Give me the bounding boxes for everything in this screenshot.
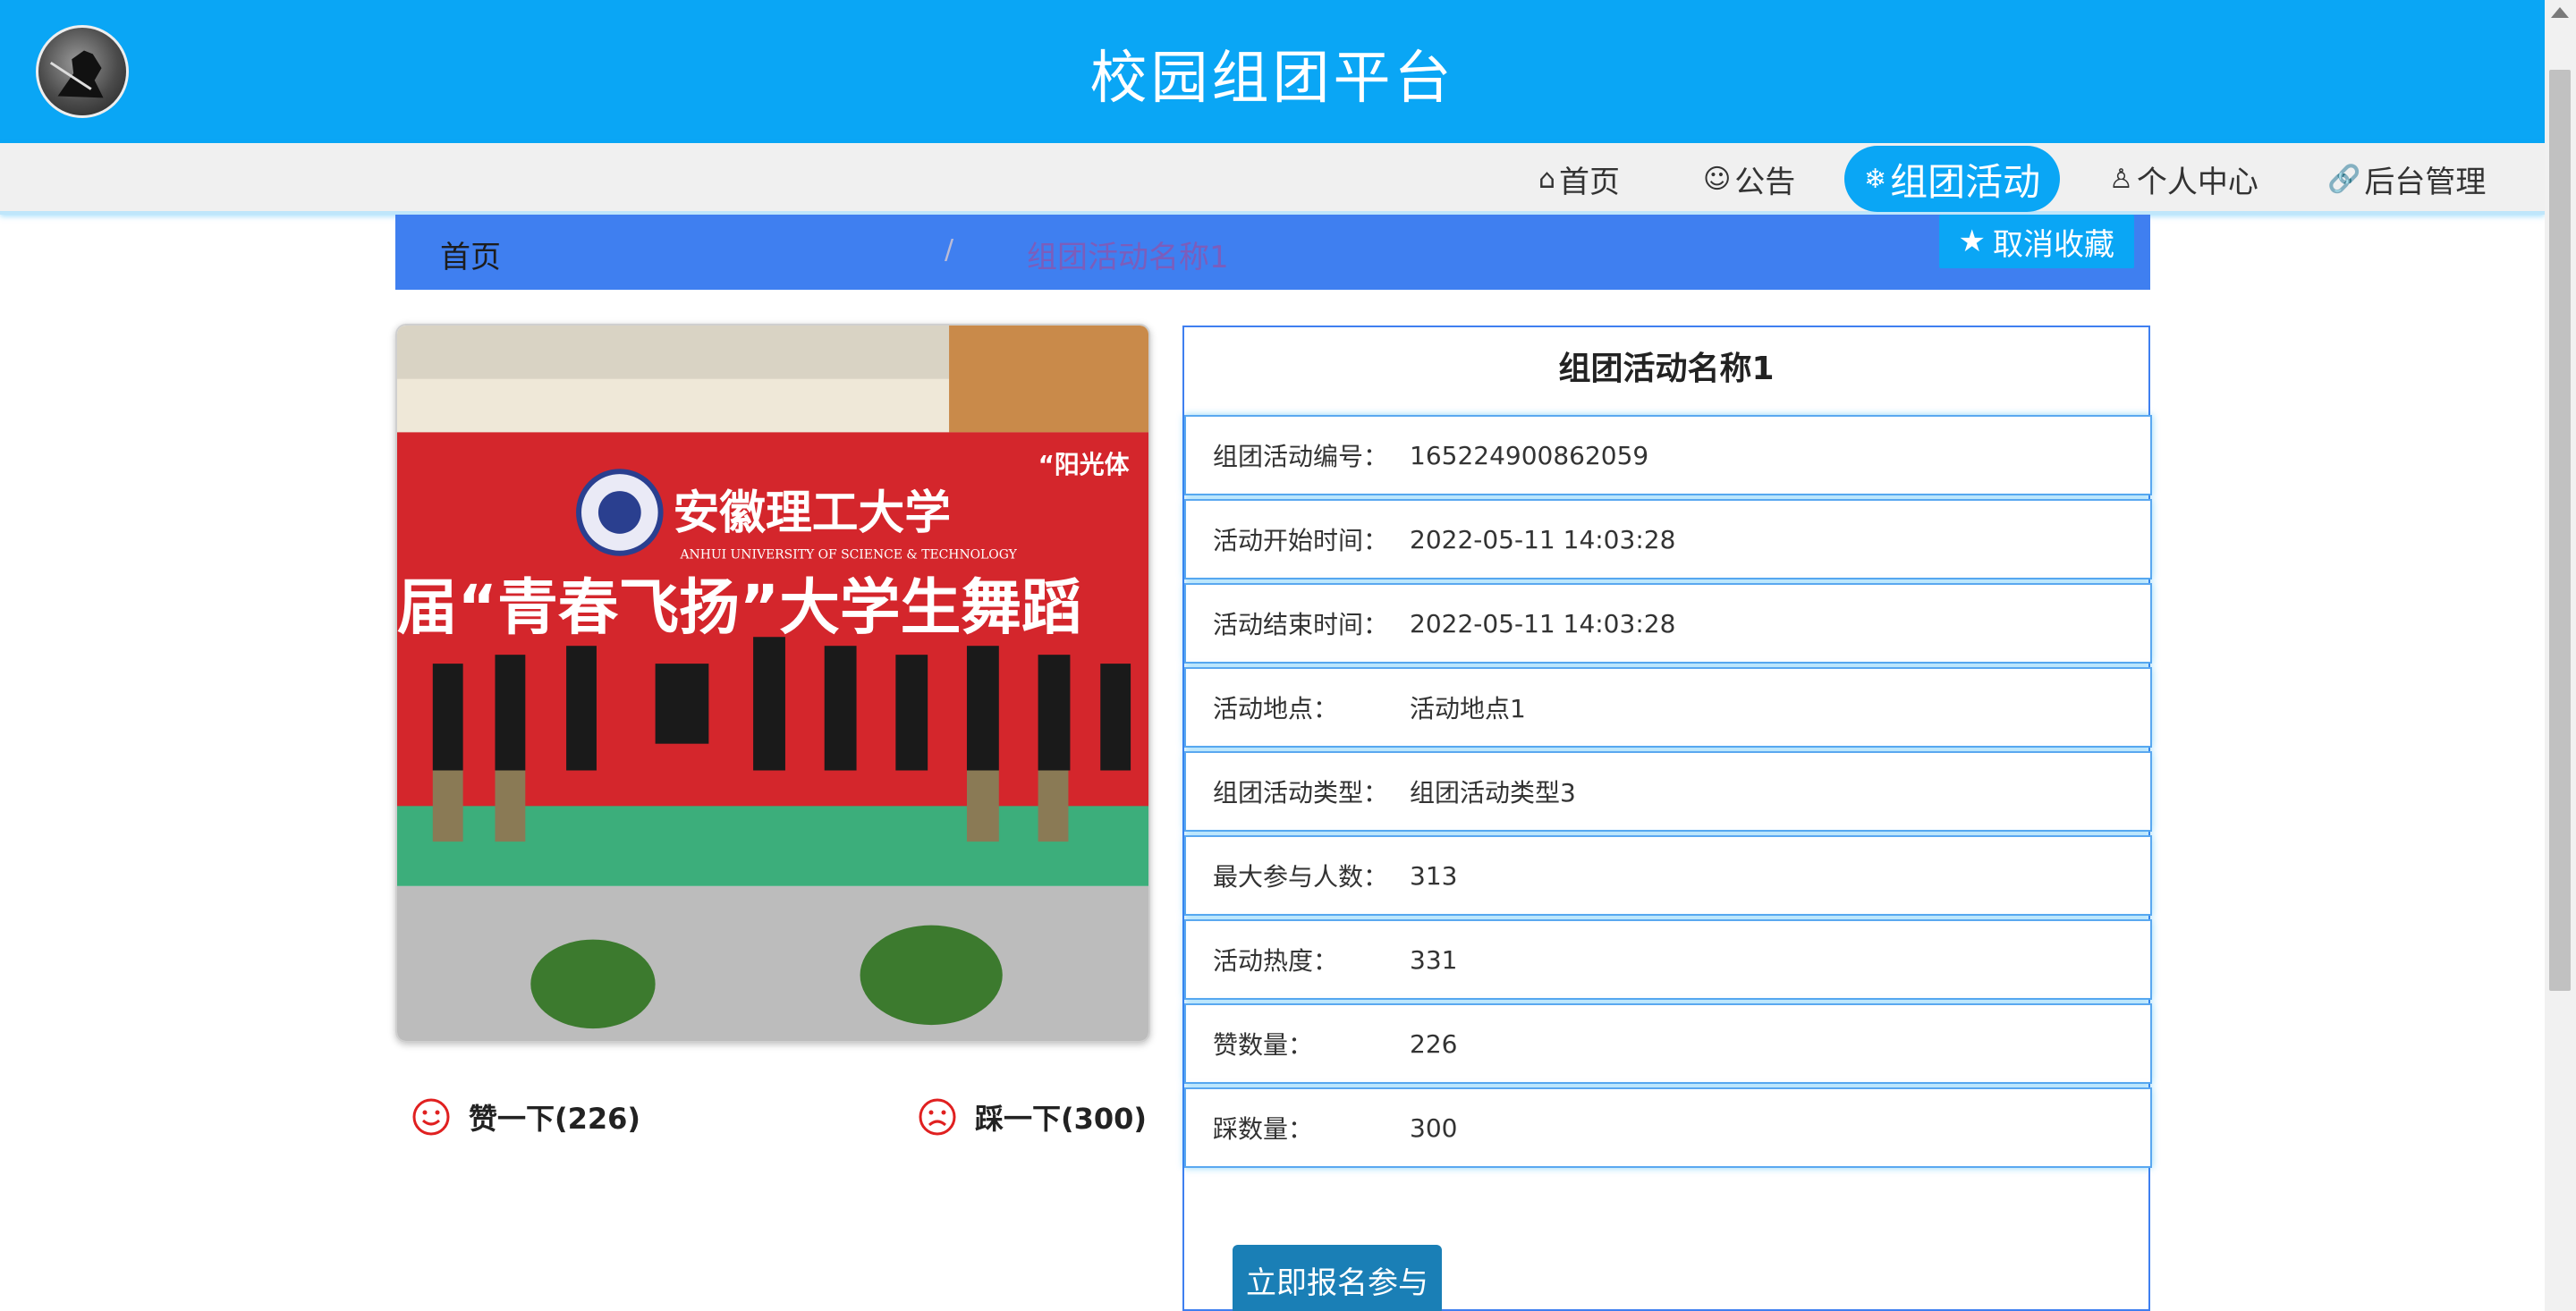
detail-value: 313 bbox=[1410, 860, 1458, 891]
detail-row: 最大参与人数： 313 bbox=[1184, 835, 2152, 916]
dislike-label: 踩一下(300) bbox=[975, 1102, 1148, 1136]
detail-value: 2022-05-11 14:03:28 bbox=[1410, 608, 1676, 639]
home-icon: ⌂ bbox=[1538, 163, 1556, 195]
breadcrumb-current: 组团活动名称1 bbox=[1027, 240, 1229, 275]
activity-photo-image: 安徽理工大学 ANHUI UNIVERSITY OF SCIENCE & TEC… bbox=[397, 326, 1148, 1041]
detail-row: 组团活动类型： 组团活动类型3 bbox=[1184, 751, 2152, 832]
site-title: 校园组团平台 bbox=[1089, 46, 1455, 112]
detail-key: 组团活动类型： bbox=[1213, 778, 1389, 808]
activity-photo: 安徽理工大学 ANHUI UNIVERSITY OF SCIENCE & TEC… bbox=[395, 324, 1150, 1043]
detail-row: 赞数量： 226 bbox=[1184, 1003, 2152, 1084]
detail-row: 活动地点： 活动地点1 bbox=[1184, 667, 2152, 748]
nav-notice-label: 公告 bbox=[1734, 164, 1796, 200]
detail-row: 活动热度： 331 bbox=[1184, 919, 2152, 1000]
breadcrumb-separator: / bbox=[945, 234, 954, 266]
detail-key: 活动地点： bbox=[1213, 694, 1339, 723]
detail-value: 2022-05-11 14:03:28 bbox=[1410, 524, 1676, 554]
detail-row: 活动开始时间： 2022-05-11 14:03:28 bbox=[1184, 499, 2152, 579]
user-icon: ♙ bbox=[2109, 163, 2133, 195]
link-icon: 🔗 bbox=[2327, 163, 2361, 195]
detail-key: 最大参与人数： bbox=[1213, 862, 1389, 892]
dislike-button[interactable]: 踩一下(300) bbox=[918, 1096, 1147, 1138]
nav-home[interactable]: ⌂ 首页 bbox=[1538, 143, 1620, 215]
smile-face-icon bbox=[412, 1098, 450, 1136]
like-button[interactable]: 赞一下(226) bbox=[411, 1096, 640, 1138]
nav-profile-label: 个人中心 bbox=[2136, 164, 2258, 200]
smile-icon: ☺ bbox=[1703, 163, 1732, 195]
activity-title: 组团活动名称1 bbox=[1558, 351, 1775, 387]
detail-row: 活动结束时间： 2022-05-11 14:03:28 bbox=[1184, 583, 2152, 664]
photo-slogan: 届“青春飞扬”大学生舞蹈 bbox=[397, 571, 1082, 642]
photo-corner-text: “阳光体 bbox=[1038, 450, 1130, 479]
photo-banner-en: ANHUI UNIVERSITY OF SCIENCE & TECHNOLOGY bbox=[679, 548, 1017, 562]
detail-row: 组团活动编号： 165224900862059 bbox=[1184, 415, 2152, 495]
nav-admin[interactable]: 🔗 后台管理 bbox=[2327, 143, 2486, 215]
detail-key: 活动热度： bbox=[1213, 946, 1339, 976]
header-bar: 校园组团平台 bbox=[0, 0, 2545, 143]
nav-notice[interactable]: ☺ 公告 bbox=[1703, 143, 1795, 215]
detail-value: 165224900862059 bbox=[1410, 440, 1649, 470]
nav-home-label: 首页 bbox=[1559, 164, 1621, 200]
detail-value: 300 bbox=[1410, 1112, 1458, 1143]
star-icon: ★ bbox=[1958, 224, 1986, 259]
detail-key: 踩数量： bbox=[1213, 1114, 1314, 1144]
detail-key: 活动结束时间： bbox=[1213, 610, 1389, 639]
scroll-up-arrow-icon[interactable] bbox=[2551, 7, 2569, 18]
breadcrumb-home[interactable]: 首页 bbox=[440, 233, 501, 276]
unfavorite-button[interactable]: ★ 取消收藏 bbox=[1938, 215, 2134, 268]
nav-activities[interactable]: ❄ 组团活动 bbox=[1844, 146, 2061, 212]
detail-key: 活动开始时间： bbox=[1213, 526, 1389, 555]
unfavorite-label: 取消收藏 bbox=[1993, 226, 2114, 263]
like-label: 赞一下(226) bbox=[469, 1102, 641, 1136]
join-activity-button[interactable]: 立即报名参与 bbox=[1233, 1245, 1442, 1311]
sad-face-icon bbox=[919, 1098, 956, 1136]
nav-activities-label: 组团活动 bbox=[1890, 159, 2041, 204]
main-nav: ⌂ 首页 ☺ 公告 ❄ 组团活动 ♙ 个人中心 🔗 后台管理 bbox=[0, 143, 2545, 215]
detail-value: 226 bbox=[1410, 1028, 1458, 1059]
snowflake-icon: ❄ bbox=[1864, 163, 1887, 195]
detail-key: 组团活动编号： bbox=[1213, 442, 1389, 471]
detail-value: 组团活动类型3 bbox=[1410, 778, 1576, 808]
scrollbar-thumb[interactable] bbox=[2549, 70, 2571, 991]
detail-row: 踩数量： 300 bbox=[1184, 1087, 2152, 1168]
activity-detail-panel: 组团活动名称1 组团活动编号： 165224900862059 活动开始时间： … bbox=[1182, 326, 2152, 1311]
detail-key: 赞数量： bbox=[1213, 1030, 1314, 1060]
detail-value: 331 bbox=[1410, 944, 1458, 975]
photo-banner-cn: 安徽理工大学 bbox=[674, 486, 951, 540]
nav-admin-label: 后台管理 bbox=[2364, 164, 2487, 200]
breadcrumb: 首页 / 组团活动名称1 ★ 取消收藏 bbox=[395, 215, 2150, 290]
detail-value: 活动地点1 bbox=[1410, 694, 1526, 723]
nav-profile[interactable]: ♙ 个人中心 bbox=[2109, 143, 2258, 215]
